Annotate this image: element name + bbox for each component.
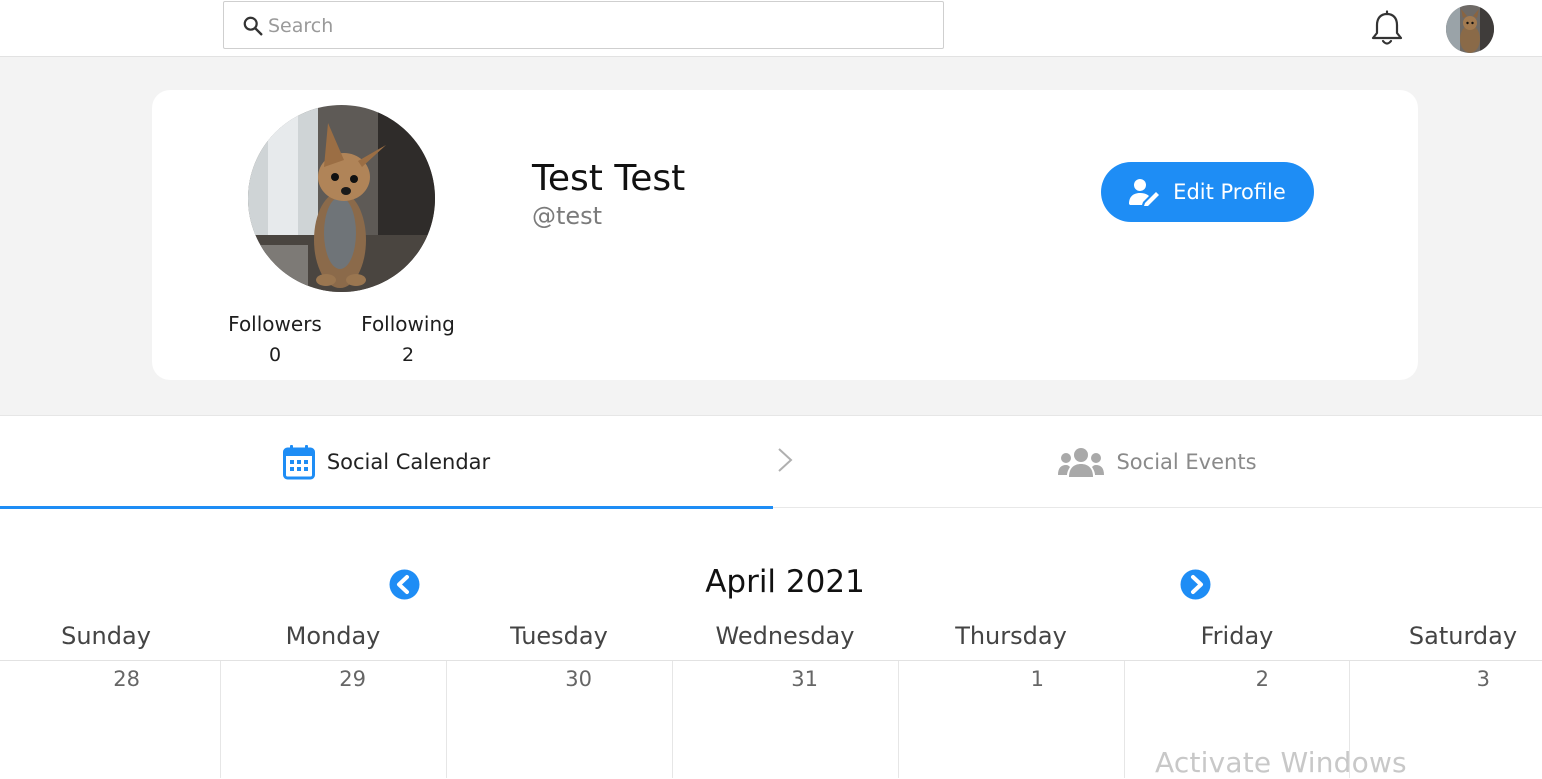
following-label: Following [361,312,455,336]
weekday-monday: Monday [285,622,381,650]
profile-card: Followers 0 Following 2 Test Test @test … [152,90,1418,380]
profile-name: Test Test [532,158,686,199]
day-cell[interactable]: 28 [0,661,221,778]
followers-count: 0 [268,344,282,366]
followers-label: Followers [228,312,322,336]
following-stat[interactable]: Following 2 [352,312,464,366]
weekday-sunday: Sunday [61,622,151,650]
profile-handle: @test [532,202,603,230]
next-month-button[interactable] [1180,569,1211,600]
user-avatar[interactable] [1446,5,1494,53]
previous-month-button[interactable] [389,569,420,600]
bell-icon[interactable] [1369,10,1405,48]
tab-bar: Social Calendar Social Events [0,417,1542,509]
edit-profile-button[interactable]: Edit Profile [1101,162,1314,222]
day-number: 31 [791,667,818,691]
search-icon [243,16,263,36]
day-number: 29 [339,667,366,691]
day-cell[interactable]: 31 [673,661,899,778]
profile-avatar [248,105,435,292]
users-icon [1058,448,1105,477]
search-box[interactable] [223,1,944,49]
weekday-saturday: Saturday [1408,622,1518,650]
weekday-wednesday: Wednesday [715,622,855,650]
day-number: 28 [113,667,140,691]
day-cell[interactable]: 1 [899,661,1125,778]
day-number: 3 [1476,667,1490,691]
month-title: April 2021 [705,564,865,600]
user-edit-icon [1129,179,1160,206]
day-number: 30 [565,667,592,691]
top-bar [0,0,1542,57]
day-number: 1 [1030,667,1044,691]
weekday-header: Sunday Monday Tuesday Wednesday Thursday… [0,622,1542,660]
activate-windows-watermark: Activate Windows [1155,746,1407,779]
tab-social-events[interactable]: Social Events [773,417,1542,507]
tab-social-calendar[interactable]: Social Calendar [0,417,773,509]
active-tab-indicator [0,506,773,509]
calendar-icon [282,445,315,480]
day-cell[interactable]: 29 [221,661,447,778]
profile-header: Followers 0 Following 2 Test Test @test … [0,57,1542,416]
tab-social-calendar-label: Social Calendar [326,450,491,474]
calendar-header: April 2021 [0,560,1542,610]
followers-stat[interactable]: Followers 0 [220,312,330,366]
following-count: 2 [401,344,415,366]
edit-profile-label: Edit Profile [1173,180,1286,204]
weekday-tuesday: Tuesday [510,622,608,650]
weekday-friday: Friday [1200,622,1274,650]
day-number: 2 [1255,667,1269,691]
weekday-thursday: Thursday [955,622,1067,650]
day-cell[interactable]: 30 [447,661,673,778]
tab-social-events-label: Social Events [1116,450,1257,474]
search-input[interactable] [268,14,908,38]
